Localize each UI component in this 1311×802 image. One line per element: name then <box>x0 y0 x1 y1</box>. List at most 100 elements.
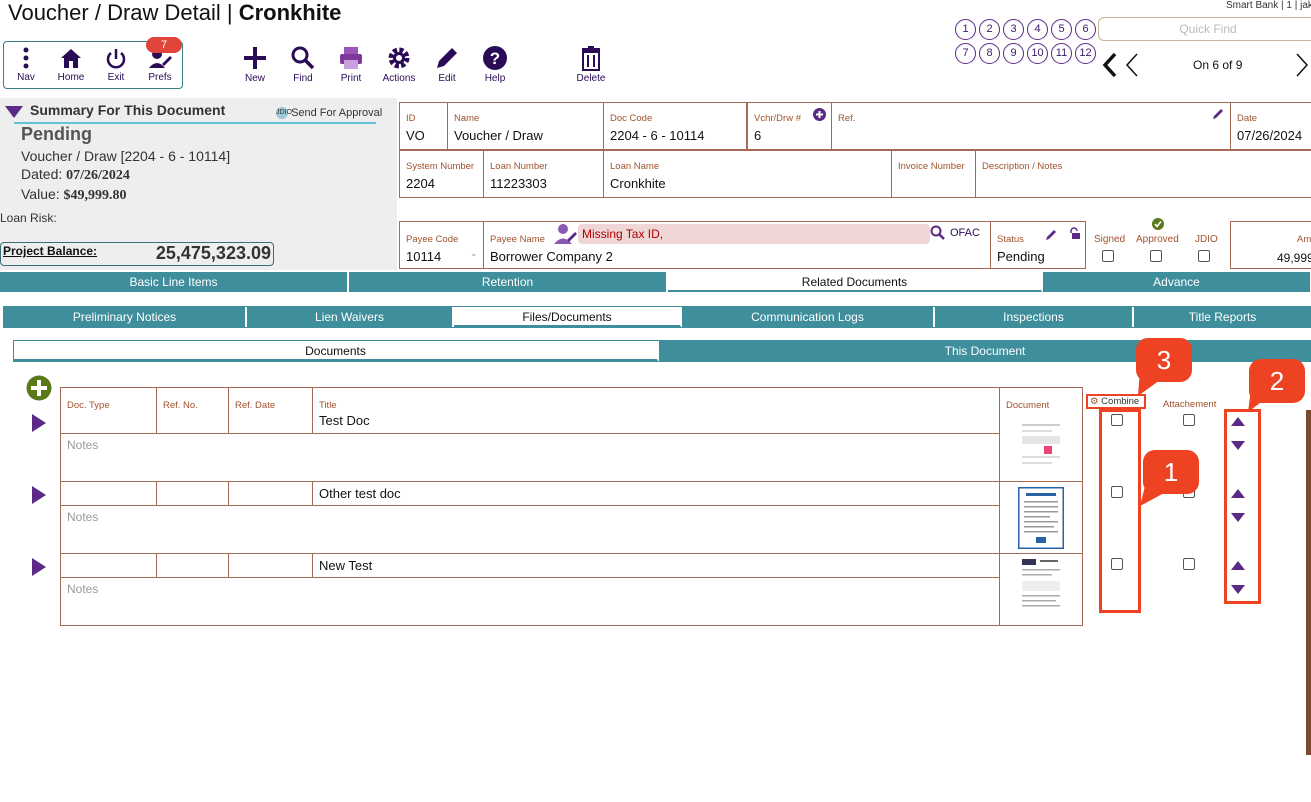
help-icon: ? <box>483 46 507 70</box>
record-circle-3[interactable]: 3 <box>1003 19 1024 40</box>
scrollbar[interactable] <box>1306 410 1311 755</box>
loan-number-field[interactable]: Loan Number 11223303 <box>483 150 604 198</box>
table-row[interactable]: Title Test Doc <box>312 387 1000 434</box>
actions-button[interactable]: Actions <box>379 45 419 84</box>
unlock-icon[interactable] <box>1068 227 1081 240</box>
ref-field[interactable]: Ref. <box>831 102 1231 150</box>
document-thumbnail[interactable] <box>1020 557 1062 615</box>
home-icon <box>61 49 81 68</box>
record-circle-10[interactable]: 10 <box>1027 43 1048 64</box>
loan-risk-label: Loan Risk: <box>0 211 57 225</box>
row-notes[interactable]: Notes <box>60 433 1000 482</box>
row-notes[interactable]: Notes <box>60 505 1000 554</box>
ref-date-cell[interactable] <box>228 553 313 578</box>
approved-checkbox[interactable] <box>1150 250 1162 262</box>
quick-find-input[interactable]: Quick Find <box>1098 17 1311 41</box>
signed-checkbox[interactable] <box>1102 250 1114 262</box>
prev-record-icon[interactable] <box>1124 52 1140 78</box>
document-thumbnail[interactable] <box>1020 420 1062 468</box>
tab-documents[interactable]: Documents <box>14 341 658 361</box>
find-button[interactable]: Find <box>283 45 323 84</box>
record-circle-7[interactable]: 7 <box>955 43 976 64</box>
document-thumb-cell[interactable]: Document <box>999 387 1083 482</box>
vchr-drw-field[interactable]: Vchr/Drw #6 <box>747 102 832 150</box>
chevron-down-icon[interactable]: ⌄ <box>470 248 478 259</box>
search-icon[interactable] <box>930 225 946 241</box>
ref-no-cell[interactable] <box>156 553 229 578</box>
amount-field[interactable]: Am 49,999 <box>1230 221 1311 269</box>
loan-name-field[interactable]: Loan Name Cronkhite <box>603 150 892 198</box>
tab-advance[interactable]: Advance <box>1043 272 1311 292</box>
edit-button[interactable]: Edit <box>427 45 467 84</box>
attachment-checkbox[interactable] <box>1183 414 1195 426</box>
tab-files-documents[interactable]: Files/Documents <box>454 307 681 327</box>
help-button[interactable]: ? Help <box>475 45 515 84</box>
new-button[interactable]: New <box>235 45 275 84</box>
pencil-icon[interactable] <box>1212 107 1225 120</box>
payee-name-field[interactable]: Payee Name Borrower Company 2 Missing Tax… <box>483 221 991 269</box>
payee-code-field[interactable]: Payee Code 10114 ⌄ <box>399 221 484 269</box>
record-circle-1[interactable]: 1 <box>955 19 976 40</box>
expand-row-icon[interactable] <box>32 414 46 432</box>
user-edit-icon[interactable] <box>554 223 578 245</box>
tab-title-reports[interactable]: Title Reports <box>1134 307 1311 327</box>
row-notes[interactable]: Notes <box>60 577 1000 626</box>
record-circle-2[interactable]: 2 <box>979 19 1000 40</box>
expand-row-icon[interactable] <box>32 558 46 576</box>
summary-value: Value: $49,999.80 <box>21 186 127 203</box>
date-field[interactable]: Date 07/26/2024 <box>1230 102 1311 150</box>
status-field[interactable]: Status Pending <box>990 221 1086 269</box>
record-circle-11[interactable]: 11 <box>1051 43 1072 64</box>
ref-date-cell[interactable] <box>228 481 313 506</box>
record-circle-4[interactable]: 4 <box>1027 19 1048 40</box>
collapse-triangle-icon[interactable] <box>5 106 23 118</box>
project-balance-value: 25,475,323.09 <box>155 243 271 263</box>
tab-this-document[interactable]: This Document <box>659 341 1311 361</box>
id-field[interactable]: ID VO <box>399 102 448 150</box>
add-circle-icon[interactable] <box>813 108 826 121</box>
print-button[interactable]: Print <box>331 45 371 84</box>
home-button[interactable]: Home <box>51 46 91 83</box>
description-notes-field[interactable]: Description / Notes <box>975 150 1311 198</box>
reorder-highlight-box <box>1224 409 1261 604</box>
exit-button[interactable]: Exit <box>96 46 136 83</box>
tab-inspections[interactable]: Inspections <box>935 307 1133 327</box>
attachment-checkbox[interactable] <box>1183 558 1195 570</box>
delete-button[interactable]: Delete <box>571 45 611 84</box>
ref-no-cell[interactable] <box>156 481 229 506</box>
doc-code-field[interactable]: Doc Code 2204 - 6 - 10114 <box>603 102 747 150</box>
summary-doc-line: Voucher / Draw [2204 - 6 - 10114] <box>21 148 231 164</box>
document-thumb-cell[interactable] <box>999 553 1083 626</box>
document-thumbnail[interactable] <box>1018 487 1064 549</box>
table-row[interactable]: New Test <box>312 553 1000 578</box>
expand-row-icon[interactable] <box>32 486 46 504</box>
document-thumb-cell[interactable] <box>999 481 1083 554</box>
name-field[interactable]: Name Voucher / Draw <box>447 102 604 150</box>
record-circle-8[interactable]: 8 <box>979 43 1000 64</box>
first-record-icon[interactable] <box>1102 52 1118 78</box>
tab-retention[interactable]: Retention <box>349 272 667 292</box>
add-document-icon[interactable] <box>26 375 52 401</box>
tab-basic-line-items[interactable]: Basic Line Items <box>0 272 348 292</box>
table-row[interactable]: Other test doc <box>312 481 1000 506</box>
tab-preliminary-notices[interactable]: Preliminary Notices <box>4 307 246 327</box>
send-for-approval-link[interactable]: JDIO Send For Approval <box>276 107 382 120</box>
record-circle-6[interactable]: 6 <box>1075 19 1096 40</box>
record-circle-9[interactable]: 9 <box>1003 43 1024 64</box>
record-circle-5[interactable]: 5 <box>1051 19 1072 40</box>
record-circle-12[interactable]: 12 <box>1075 43 1096 64</box>
nav-button[interactable]: Nav <box>6 46 46 83</box>
signed-label: Signed <box>1094 234 1126 245</box>
system-number-field[interactable]: System Number 2204 <box>399 150 484 198</box>
pencil-icon[interactable] <box>1045 228 1058 241</box>
tab-lien-waivers[interactable]: Lien Waivers <box>247 307 453 327</box>
ofac-label[interactable]: OFAC <box>950 227 980 239</box>
tab-communication-logs[interactable]: Communication Logs <box>682 307 934 327</box>
invoice-number-field[interactable]: Invoice Number <box>891 150 976 198</box>
next-record-icon[interactable] <box>1294 52 1310 78</box>
tab-related-documents[interactable]: Related Documents <box>668 272 1042 292</box>
doc-type-cell[interactable] <box>60 553 157 578</box>
doc-type-cell[interactable] <box>60 481 157 506</box>
kebab-icon <box>23 47 29 69</box>
jdio-checkbox[interactable] <box>1198 250 1210 262</box>
